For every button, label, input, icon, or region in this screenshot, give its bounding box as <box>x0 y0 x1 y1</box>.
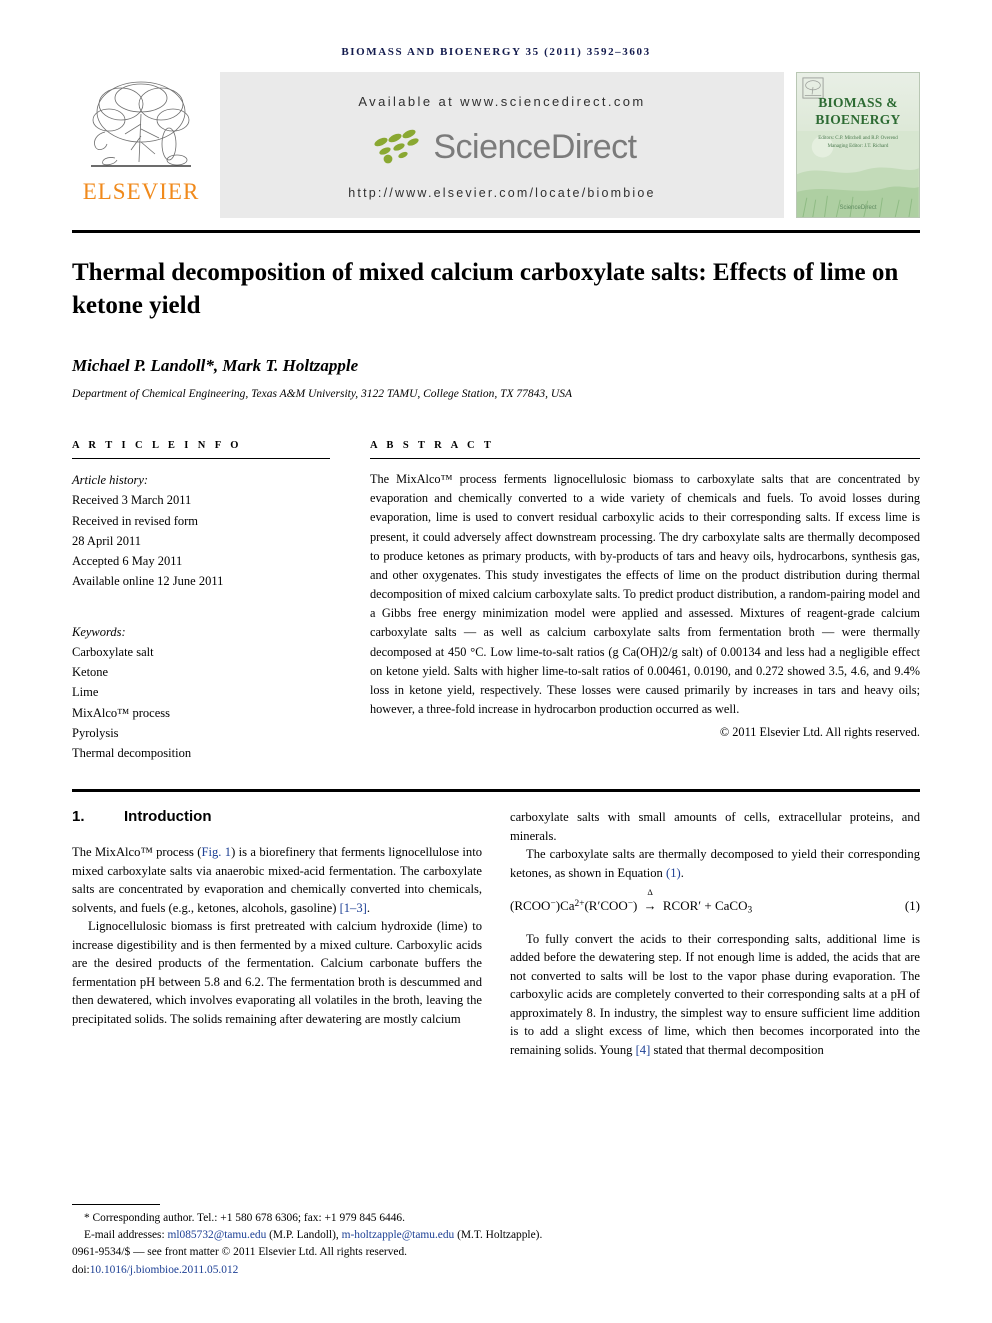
cover-sciencedirect-mark: ScienceDirect <box>839 205 877 211</box>
keyword-item: Lime <box>72 685 99 700</box>
journal-url-text: http://www.elsevier.com/locate/biombioe <box>348 186 656 200</box>
article-info-divider <box>72 458 330 459</box>
body-column-right: carboxylate salts with small amounts of … <box>510 808 920 1059</box>
sciencedirect-logo: ScienceDirect <box>367 128 637 168</box>
sciencedirect-banner: Available at www.sciencedirect.com Scien… <box>220 72 784 218</box>
issn-front-matter-note: 0961-9534/$ — see front matter © 2011 El… <box>72 1246 408 1259</box>
abstract-column: A B S T R A C T The MixAlco™ process fer… <box>370 440 920 763</box>
masthead: ELSEVIER Available at www.sciencedirect.… <box>72 72 920 218</box>
intro-p1-part-c: . <box>366 900 370 915</box>
intro-paragraph-2: Lignocellulosic biomass is first pretrea… <box>72 919 482 1026</box>
article-info-column: A R T I C L E I N F O Article history: R… <box>72 440 330 763</box>
equation-1: (RCOO−)Ca2+(R′COO−) Δ → RCOR′ + CaCO3 (1) <box>510 887 920 916</box>
history-item: Received in revised form <box>72 513 198 528</box>
intro-p5-part-a: To fully convert the acids to their corr… <box>510 931 920 1057</box>
sciencedirect-wordmark: ScienceDirect <box>433 128 637 166</box>
elsevier-wordmark: ELSEVIER <box>82 179 200 204</box>
intro-paragraph-5: To fully convert the acids to their corr… <box>510 930 920 1060</box>
doi-link[interactable]: 10.1016/j.biombioe.2011.05.012 <box>90 1264 239 1276</box>
citation-link[interactable]: [1–3] <box>340 901 367 915</box>
doi-note: doi:10.1016/j.biombioe.2011.05.012 <box>72 1262 632 1279</box>
available-at-text: Available at www.sciencedirect.com <box>358 94 646 109</box>
masthead-divider <box>72 230 920 233</box>
section-heading-introduction: 1. Introduction <box>72 808 482 825</box>
intro-p1-part-a: The MixAlco™ process ( <box>72 845 202 860</box>
citation-link[interactable]: [4] <box>636 1043 651 1057</box>
journal-running-head: BIOMASS AND BIOENERGY 35 (2011) 3592–360… <box>341 46 651 58</box>
intro-paragraph-1: The MixAlco™ process (Fig. 1) is a biore… <box>72 843 482 917</box>
equation-link[interactable]: (1) <box>666 866 681 880</box>
keywords-label: Keywords: <box>72 624 126 639</box>
equation-1-formula: (RCOO−)Ca2+(R′COO−) Δ → RCOR′ + CaCO3 <box>510 887 753 916</box>
article-page: BIOMASS AND BIOENERGY 35 (2011) 3592–360… <box>0 0 992 1323</box>
history-item: Accepted 6 May 2011 <box>72 554 183 568</box>
journal-cover-thumbnail: BIOMASS & BIOENERGY Editors: C.P. Mitche… <box>796 72 920 218</box>
email-link-holtzapple[interactable]: m-holtzapple@tamu.edu <box>342 1229 455 1241</box>
history-item: 28 April 2011 <box>72 533 141 548</box>
history-item: Available online 12 June 2011 <box>72 574 224 589</box>
keyword-item: Ketone <box>72 665 109 679</box>
figure-link[interactable]: Fig. 1 <box>201 845 231 859</box>
email-addresses-note: E-mail addresses: ml085732@tamu.edu (M.P… <box>72 1227 632 1244</box>
article-history-block: Article history: Received 3 March 2011 R… <box>72 470 330 592</box>
intro-p5-part-b: stated that thermal decomposition <box>650 1042 824 1057</box>
keywords-block: Keywords: Carboxylate salt Ketone Lime M… <box>72 622 330 764</box>
email2-attribution: (M.T. Holtzapple). <box>454 1229 543 1242</box>
intro-paragraph-3: carboxylate salts with small amounts of … <box>510 810 920 843</box>
delta-arrow-icon: Δ → <box>643 887 657 914</box>
body-column-left: 1. Introduction The MixAlco™ process (Fi… <box>72 808 482 1059</box>
body-columns: 1. Introduction The MixAlco™ process (Fi… <box>72 808 920 1059</box>
author-list: Michael P. Landoll*, Mark T. Holtzapple <box>72 356 359 375</box>
keyword-item: Thermal decomposition <box>72 746 192 760</box>
email1-attribution: (M.P. Landoll), <box>266 1229 342 1242</box>
section-number: 1. <box>72 808 85 826</box>
keyword-item: Pyrolysis <box>72 725 119 740</box>
abstract-text: The MixAlco™ process ferments lignocellu… <box>370 472 920 717</box>
keyword-item: Carboxylate salt <box>72 644 154 659</box>
section-title: Introduction <box>124 808 212 826</box>
cover-title: BIOMASS & BIOENERGY <box>797 95 919 129</box>
email-label: E-mail addresses: <box>84 1229 168 1242</box>
info-abstract-region: A R T I C L E I N F O Article history: R… <box>72 440 920 763</box>
email-link-landoll[interactable]: ml085732@tamu.edu <box>168 1229 267 1241</box>
cover-editors: Editors: C.P. Mitchell and R.P. Overend … <box>797 135 919 151</box>
article-history-label: Article history: <box>72 473 149 487</box>
article-info-heading: A R T I C L E I N F O <box>72 440 242 451</box>
doi-label: doi: <box>72 1263 90 1276</box>
cover-editors-line2: Managing Editor: J.T. Richard <box>827 143 889 149</box>
footnote-block: * Corresponding author. Tel.: +1 580 678… <box>72 1203 632 1279</box>
keyword-item: MixAlco™ process <box>72 705 170 720</box>
history-item: Received 3 March 2011 <box>72 493 192 508</box>
corresponding-author-note: * Corresponding author. Tel.: +1 580 678… <box>84 1211 405 1224</box>
intro-p4-part-b: . <box>680 865 684 880</box>
cover-title-line2: BIOENERGY <box>815 111 901 127</box>
affiliation: Department of Chemical Engineering, Texa… <box>72 388 572 400</box>
elsevier-logo: ELSEVIER <box>72 72 210 218</box>
intro-paragraph-4: The carboxylate salts are thermally deco… <box>510 845 920 882</box>
equation-1-number: (1) <box>904 898 920 914</box>
sciencedirect-leaf-icon <box>374 129 419 163</box>
body-divider <box>72 789 920 793</box>
abstract-heading: A B S T R A C T <box>370 440 495 451</box>
intro-p4-part-a: The carboxylate salts are thermally deco… <box>510 847 920 880</box>
elsevier-tree-icon <box>91 81 191 167</box>
cover-title-line1: BIOMASS & <box>818 95 898 110</box>
abstract-divider <box>370 458 920 459</box>
cover-editors-line1: Editors: C.P. Mitchell and R.P. Overend <box>818 136 898 141</box>
page-title: Thermal decomposition of mixed calcium c… <box>72 259 899 319</box>
abstract-copyright: © 2011 Elsevier Ltd. All rights reserved… <box>719 725 920 740</box>
footnote-divider <box>72 1203 160 1205</box>
